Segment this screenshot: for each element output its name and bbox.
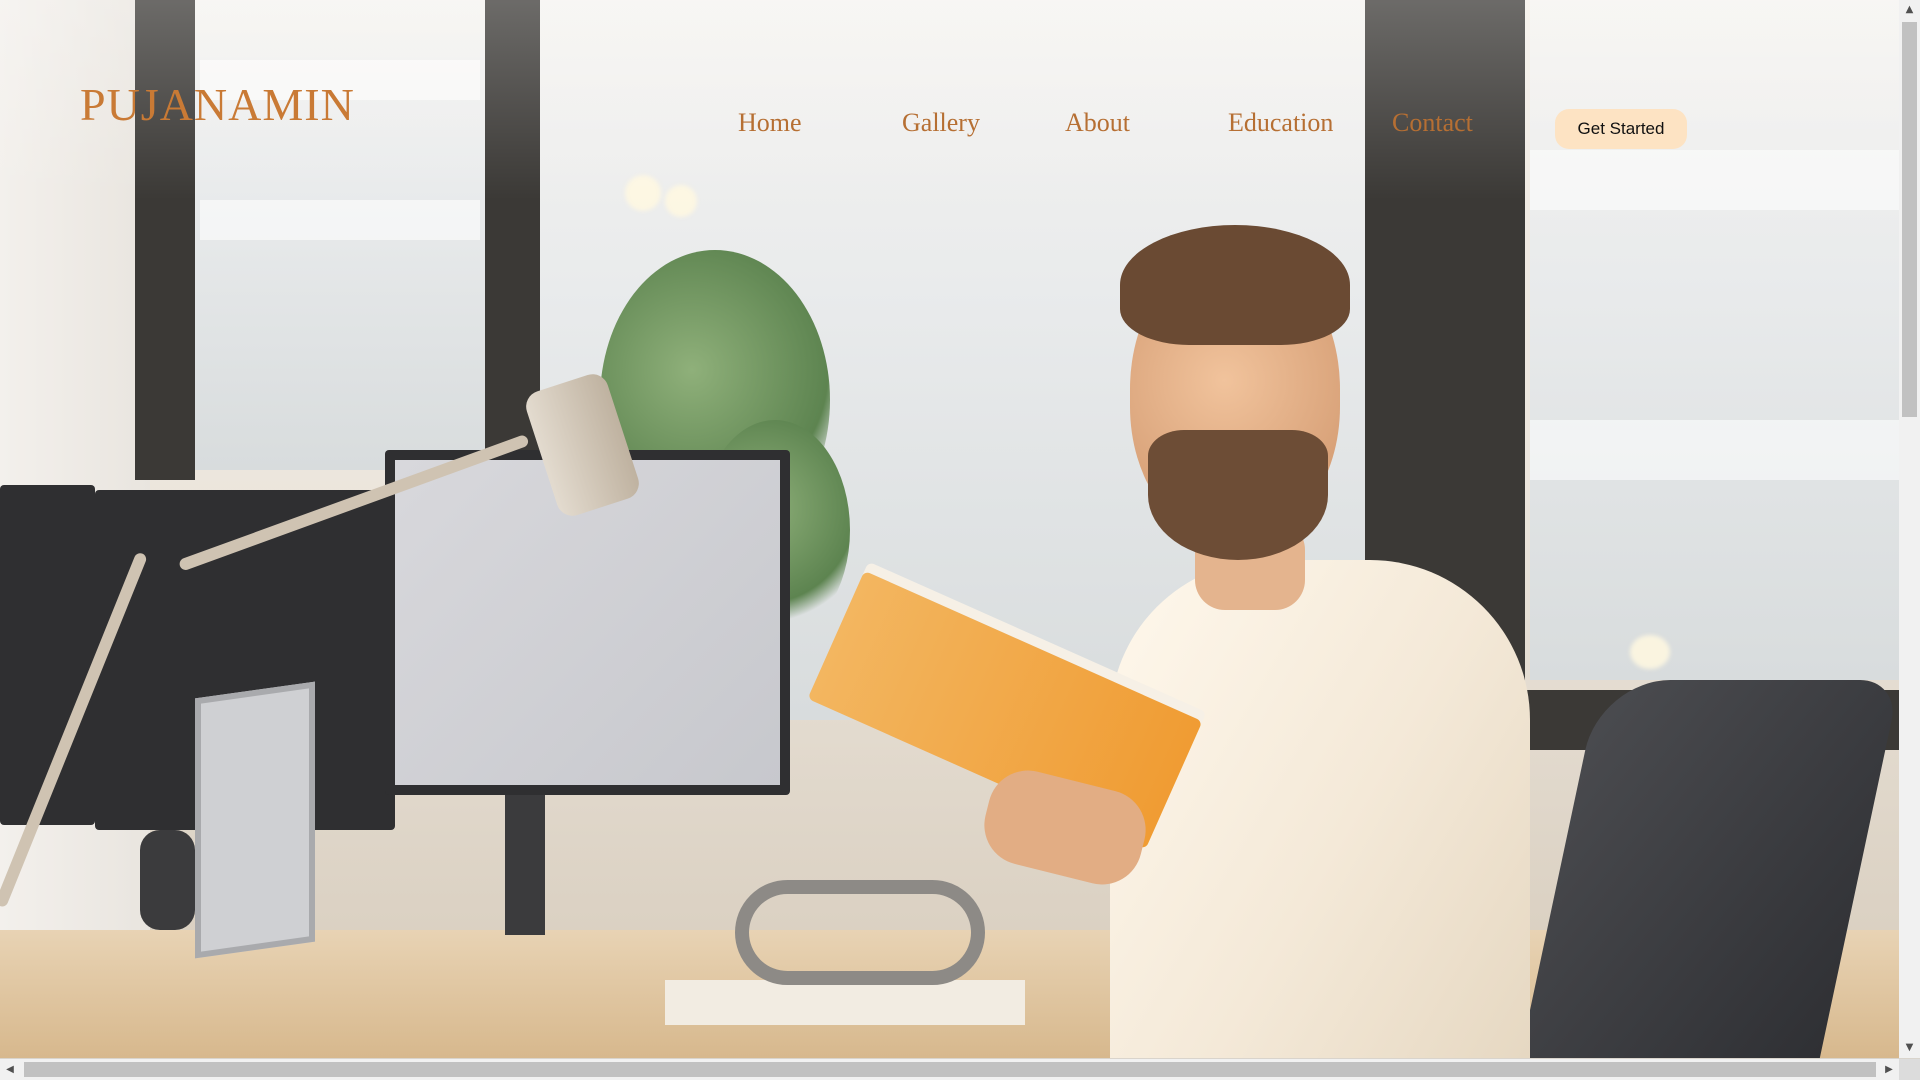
nav-gallery[interactable]: Gallery	[902, 108, 980, 138]
nav-home[interactable]: Home	[738, 108, 802, 138]
laptop	[195, 681, 315, 959]
up-arrow-icon[interactable]: ▲	[1899, 0, 1920, 20]
left-arrow-icon[interactable]: ◀	[0, 1059, 20, 1080]
down-arrow-icon[interactable]: ▼	[1899, 1038, 1920, 1058]
horizontal-scrollbar[interactable]: ◀ ▶	[0, 1059, 1899, 1080]
monitor-stand	[505, 795, 545, 935]
right-arrow-icon[interactable]: ▶	[1879, 1059, 1899, 1080]
nav-contact[interactable]: Contact	[1392, 108, 1473, 138]
nav-education[interactable]: Education	[1228, 108, 1333, 138]
person-shirt	[1110, 560, 1530, 1058]
get-started-button[interactable]: Get Started	[1555, 109, 1687, 149]
site-logo[interactable]: PUJANAMIN	[80, 78, 355, 131]
person-hair	[1120, 225, 1350, 345]
nav-about[interactable]: About	[1065, 108, 1130, 138]
headphones	[735, 880, 985, 985]
scrollbar-corner	[1899, 1059, 1920, 1080]
vertical-scroll-thumb[interactable]	[1902, 22, 1917, 417]
building-detail	[1530, 420, 1899, 480]
light-bokeh	[1630, 635, 1670, 669]
person-beard	[1148, 430, 1328, 560]
hero-image	[0, 0, 1899, 1058]
vertical-scrollbar[interactable]: ▲ ▼	[1899, 0, 1920, 1058]
monitor-stand	[140, 830, 195, 930]
building-detail	[200, 200, 480, 240]
horizontal-scroll-thumb[interactable]	[24, 1062, 1876, 1077]
paper-tray	[665, 980, 1025, 1025]
